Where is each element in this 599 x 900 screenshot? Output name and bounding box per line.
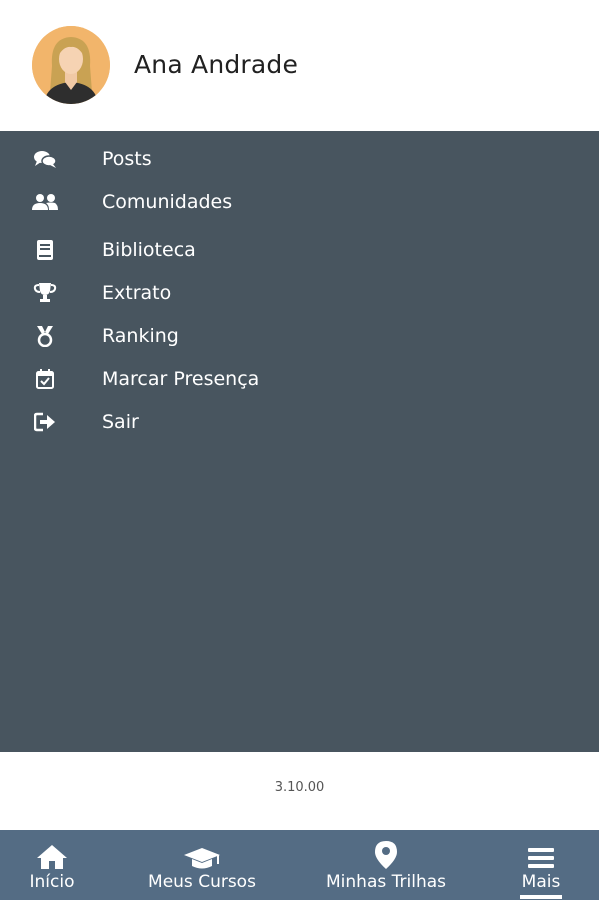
menu-item-posts[interactable]: Posts — [0, 142, 599, 176]
menu-item-label: Sair — [102, 411, 139, 433]
menu-item-ranking[interactable]: Ranking — [0, 319, 599, 353]
version-area: 3.10.00 — [0, 752, 599, 830]
medal-icon — [31, 323, 59, 349]
trophy-icon — [31, 280, 59, 306]
nav-item-minhas-trilhas[interactable]: Minhas Trilhas — [318, 830, 454, 900]
menu-item-label: Ranking — [102, 325, 179, 347]
user-name: Ana Andrade — [134, 50, 299, 79]
user-avatar-icon — [32, 26, 110, 104]
menu-item-label: Comunidades — [102, 191, 233, 213]
sign-out-icon — [31, 409, 59, 435]
menu-item-label: Marcar Presença — [102, 368, 260, 390]
menu-item-sair[interactable]: Sair — [0, 405, 599, 439]
nav-label: Mais — [521, 872, 561, 892]
nav-item-meus-cursos[interactable]: Meus Cursos — [142, 830, 262, 900]
menu-item-comunidades[interactable]: Comunidades — [0, 185, 599, 219]
graduation-cap-icon — [183, 830, 221, 870]
nav-label: Início — [29, 872, 75, 892]
map-marker-icon — [374, 830, 398, 870]
bottom-nav: Início Meus Cursos Minhas Trilhas Mais — [0, 830, 599, 900]
nav-item-inicio[interactable]: Início — [22, 830, 82, 900]
users-icon — [31, 189, 59, 215]
menu-icon — [527, 830, 555, 870]
app-version: 3.10.00 — [274, 780, 325, 795]
menu-item-biblioteca[interactable]: Biblioteca — [0, 233, 599, 267]
home-icon — [36, 830, 68, 870]
avatar[interactable] — [32, 26, 110, 104]
comments-icon — [31, 146, 59, 172]
menu-item-label: Posts — [102, 148, 152, 170]
nav-item-mais[interactable]: Mais — [512, 830, 570, 900]
menu-item-label: Extrato — [102, 282, 172, 304]
side-menu: Posts Comunidades Biblioteca Extrato Ran… — [0, 131, 599, 752]
menu-item-extrato[interactable]: Extrato — [0, 276, 599, 310]
menu-item-marcar-presenca[interactable]: Marcar Presença — [0, 362, 599, 396]
nav-label: Minhas Trilhas — [326, 872, 446, 892]
book-icon — [31, 237, 59, 263]
nav-label: Meus Cursos — [148, 872, 256, 892]
menu-item-label: Biblioteca — [102, 239, 196, 261]
active-tab-indicator — [520, 895, 562, 899]
calendar-check-icon — [31, 366, 59, 392]
profile-header: Ana Andrade — [0, 0, 599, 131]
